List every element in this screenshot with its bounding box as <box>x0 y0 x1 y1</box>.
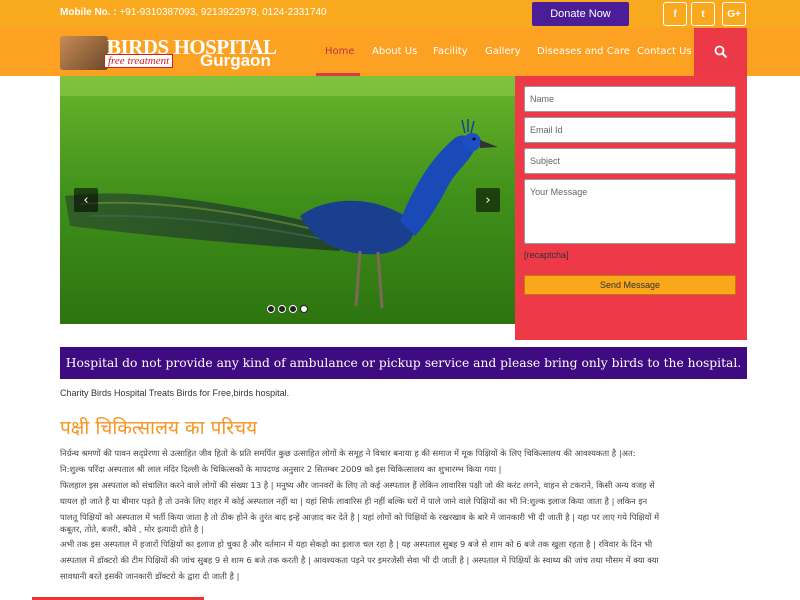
search-icon <box>714 45 727 59</box>
chevron-right-icon: › <box>485 192 491 208</box>
intro-line: घायल हो जाते हैं या बीमार पड़ते है तो उन… <box>60 496 648 506</box>
slider-dot[interactable] <box>278 305 286 313</box>
chevron-left-icon: ‹ <box>83 192 89 208</box>
mobile-numbers-text: +91-9310387093, 9213922978, 0124-2331740 <box>119 7 327 18</box>
logo-city: Gurgaon <box>200 51 271 70</box>
name-input[interactable]: Name <box>524 86 736 112</box>
slider-dot[interactable] <box>289 305 297 313</box>
intro-line: फिलहाल इस अस्पताल को संचालित करने वाले ल… <box>60 480 655 490</box>
subject-input[interactable]: Subject <box>524 148 736 174</box>
slider-prev-button[interactable]: ‹ <box>74 188 98 212</box>
slider-dot[interactable] <box>267 305 275 313</box>
contact-form: Name Email Id Subject Your Message [reca… <box>515 76 747 340</box>
tagline: Charity Birds Hospital Treats Birds for … <box>60 388 290 398</box>
slider-dot-active[interactable] <box>300 305 308 313</box>
ambulance-notice: Hospital do not provide any kind of ambu… <box>60 347 747 379</box>
facebook-icon[interactable]: f <box>663 2 687 26</box>
site-logo[interactable]: BIRDS HOSPITAL free treatment Gurgaon <box>60 35 277 70</box>
intro-line: कबूतर, तोते, बजरी, कौवे , मोर इत्यादी हो… <box>60 524 204 534</box>
mobile-numbers: Mobile No. : +91-9310387093, 9213922978,… <box>60 7 327 18</box>
nav-diseases-and-care[interactable]: Diseases and Care <box>537 46 630 57</box>
recaptcha-placeholder[interactable]: [recaptcha] <box>524 250 569 260</box>
mobile-label: Mobile No. : <box>60 7 117 18</box>
hero-slider <box>60 76 515 324</box>
nav-contact-us[interactable]: Contact Us <box>637 46 692 57</box>
nav-about-us[interactable]: About Us <box>372 46 417 57</box>
logo-tagline: free treatment <box>104 54 174 68</box>
nav-facility[interactable]: Facility <box>433 46 468 57</box>
donate-now-button[interactable]: Donate Now <box>532 2 629 26</box>
intro-line: सावधानी बरते इसकी जानकारी डॉक्टरो के द्व… <box>60 571 240 581</box>
logo-hands-image <box>60 36 108 70</box>
intro-line: अस्पताल में डॉक्टरो की टीम पिक्षियों की … <box>60 555 659 565</box>
slider-next-button[interactable]: › <box>476 188 500 212</box>
search-button[interactable] <box>694 28 747 76</box>
nav-home[interactable]: Home <box>325 46 355 57</box>
peacock-image <box>60 76 515 324</box>
email-input[interactable]: Email Id <box>524 117 736 143</box>
intro-line: निर्ग्रन्थ श्रमणों की पावन सद्प्रेरणा से… <box>60 448 636 458</box>
intro-heading: पक्षी चिकित्सालय का परिचय <box>60 417 258 439</box>
intro-line: अभी तक इस अस्पताल में हजारों पिक्षियों क… <box>60 539 653 549</box>
send-message-button[interactable]: Send Message <box>524 275 736 295</box>
google-plus-icon[interactable]: G+ <box>722 2 746 26</box>
message-textarea[interactable]: Your Message <box>524 179 736 244</box>
intro-line: नि:शुल्क परिंदा अस्पताल श्री लाल मंदिर द… <box>60 464 502 474</box>
nav-gallery[interactable]: Gallery <box>485 46 521 57</box>
twitter-icon[interactable]: t <box>691 2 715 26</box>
